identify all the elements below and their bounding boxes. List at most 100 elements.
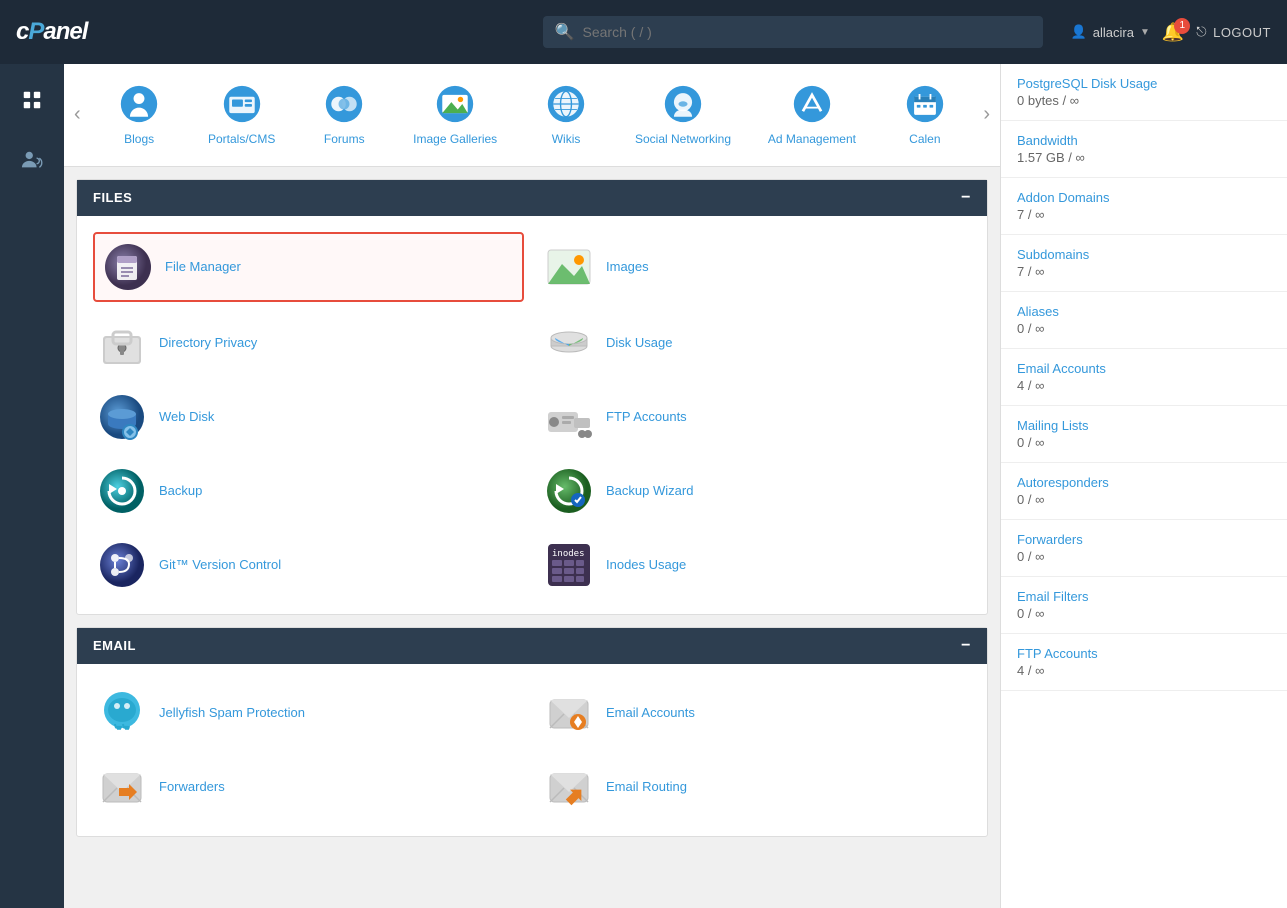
stat-autoresponders[interactable]: Autoresponders 0 / ∞ [1001,463,1287,520]
stat-label-postgresql-disk-usage: PostgreSQL Disk Usage [1017,76,1271,91]
stat-addon-domains[interactable]: Addon Domains 7 / ∞ [1001,178,1287,235]
app-portals-label: Portals/CMS [208,132,275,148]
jellyfish-spam-label: Jellyfish Spam Protection [159,705,305,720]
feature-inodes[interactable]: inodes Inodes Usage [540,532,971,598]
app-portals[interactable]: Portals/CMS [200,76,283,154]
feature-images[interactable]: Images [540,232,971,302]
stat-value-email-accounts: 4 / ∞ [1017,378,1044,393]
files-section-collapse[interactable]: − [961,190,971,206]
directory-privacy-icon [97,318,147,368]
email-section-title: EMAIL [93,638,136,653]
backup-label: Backup [159,483,202,498]
feature-directory-privacy[interactable]: Directory Privacy [93,310,524,376]
app-forums[interactable]: Forums [304,76,384,154]
image-galleries-icon [433,82,477,126]
right-sidebar: PostgreSQL Disk Usage 0 bytes / ∞ Bandwi… [1000,64,1287,908]
email-section-collapse[interactable]: − [961,638,971,654]
feature-jellyfish-spam[interactable]: Jellyfish Spam Protection [93,680,524,746]
ad-management-icon [790,82,834,126]
feature-backup-wizard[interactable]: Backup Wizard [540,458,971,524]
stat-label-forwarders: Forwarders [1017,532,1271,547]
app-ad-management-label: Ad Management [768,132,856,148]
user-menu[interactable]: 👤 allacira ▼ [1071,24,1150,40]
stat-label-addon-domains: Addon Domains [1017,190,1271,205]
notifications-bell[interactable]: 🔔 1 [1162,22,1184,43]
jellyfish-spam-icon [97,688,147,738]
logout-label: LOGOUT [1213,25,1271,40]
stat-postgresql-disk-usage[interactable]: PostgreSQL Disk Usage 0 bytes / ∞ [1001,64,1287,121]
stat-label-autoresponders: Autoresponders [1017,475,1271,490]
topnav-right: 👤 allacira ▼ 🔔 1 ⎋ LOGOUT [1071,22,1271,43]
images-label: Images [606,259,649,274]
stat-value-subdomains: 7 / ∞ [1017,264,1044,279]
apps-prev-button[interactable]: ‹ [64,103,91,126]
user-icon: 👤 [1071,24,1087,40]
stat-email-accounts[interactable]: Email Accounts 4 / ∞ [1001,349,1287,406]
stat-label-email-filters: Email Filters [1017,589,1271,604]
forums-icon [322,82,366,126]
users-nav-icon[interactable] [12,140,52,180]
files-section-content: File Manager Images [77,216,987,614]
stat-value-email-filters: 0 / ∞ [1017,606,1044,621]
main-content: ‹ Blogs [64,64,1000,908]
page-layout: ‹ Blogs [0,64,1287,908]
blogs-icon [117,82,161,126]
feature-forwarders[interactable]: Forwarders [93,754,524,820]
feature-web-disk[interactable]: Web Disk [93,384,524,450]
stat-subdomains[interactable]: Subdomains 7 / ∞ [1001,235,1287,292]
search-icon: 🔍 [555,22,575,42]
stat-value-bandwidth: 1.57 GB / ∞ [1017,150,1085,165]
wikis-icon [544,82,588,126]
backup-wizard-icon [544,466,594,516]
apps-bar: ‹ Blogs [64,64,1000,167]
feature-git[interactable]: Git™ Version Control [93,532,524,598]
search-bar[interactable]: 🔍 [543,16,1043,48]
stat-value-ftp-accounts: 4 / ∞ [1017,663,1044,678]
stat-value-addon-domains: 7 / ∞ [1017,207,1044,222]
stat-forwarders[interactable]: Forwarders 0 / ∞ [1001,520,1287,577]
left-sidebar [0,64,64,908]
apps-next-button[interactable]: › [973,103,1000,126]
grid-nav-icon[interactable] [12,80,52,120]
app-social-label: Social Networking [635,132,731,148]
username-label: allacira [1093,25,1134,40]
app-wikis-label: Wikis [552,132,581,148]
feature-email-accounts[interactable]: Email Accounts [540,680,971,746]
search-input[interactable] [583,24,1031,40]
stat-value-autoresponders: 0 / ∞ [1017,492,1044,507]
app-image-galleries[interactable]: Image Galleries [405,76,505,154]
stat-email-filters[interactable]: Email Filters 0 / ∞ [1001,577,1287,634]
app-blogs-label: Blogs [124,132,154,148]
email-section-content: Jellyfish Spam Protection [77,664,987,836]
stat-value-forwarders: 0 / ∞ [1017,549,1044,564]
email-routing-label: Email Routing [606,779,687,794]
app-ad-management[interactable]: Ad Management [760,76,864,154]
stat-label-email-accounts: Email Accounts [1017,361,1271,376]
files-section: FILES − [76,179,988,615]
stat-label-mailing-lists: Mailing Lists [1017,418,1271,433]
feature-ftp-accounts[interactable]: FTP Accounts [540,384,971,450]
ftp-accounts-icon [544,392,594,442]
stat-bandwidth[interactable]: Bandwidth 1.57 GB / ∞ [1001,121,1287,178]
logout-icon: ⎋ [1196,24,1207,40]
app-calendar-label: Calen [909,132,940,148]
social-icon [661,82,705,126]
chevron-down-icon: ▼ [1140,27,1150,38]
stat-mailing-lists[interactable]: Mailing Lists 0 / ∞ [1001,406,1287,463]
backup-wizard-label: Backup Wizard [606,483,693,498]
feature-backup[interactable]: Backup [93,458,524,524]
email-section-header: EMAIL − [77,628,987,664]
app-social[interactable]: Social Networking [627,76,739,154]
app-wikis[interactable]: Wikis [526,76,606,154]
feature-disk-usage[interactable]: Disk Usage [540,310,971,376]
file-manager-icon [103,242,153,292]
stat-aliases[interactable]: Aliases 0 / ∞ [1001,292,1287,349]
feature-email-routing[interactable]: Email Routing [540,754,971,820]
stat-value-aliases: 0 / ∞ [1017,321,1044,336]
email-accounts-icon [544,688,594,738]
app-blogs[interactable]: Blogs [99,76,179,154]
feature-file-manager[interactable]: File Manager [93,232,524,302]
stat-ftp-accounts[interactable]: FTP Accounts 4 / ∞ [1001,634,1287,691]
logout-button[interactable]: ⎋ LOGOUT [1196,24,1271,40]
app-calendar[interactable]: Calen [885,76,965,154]
